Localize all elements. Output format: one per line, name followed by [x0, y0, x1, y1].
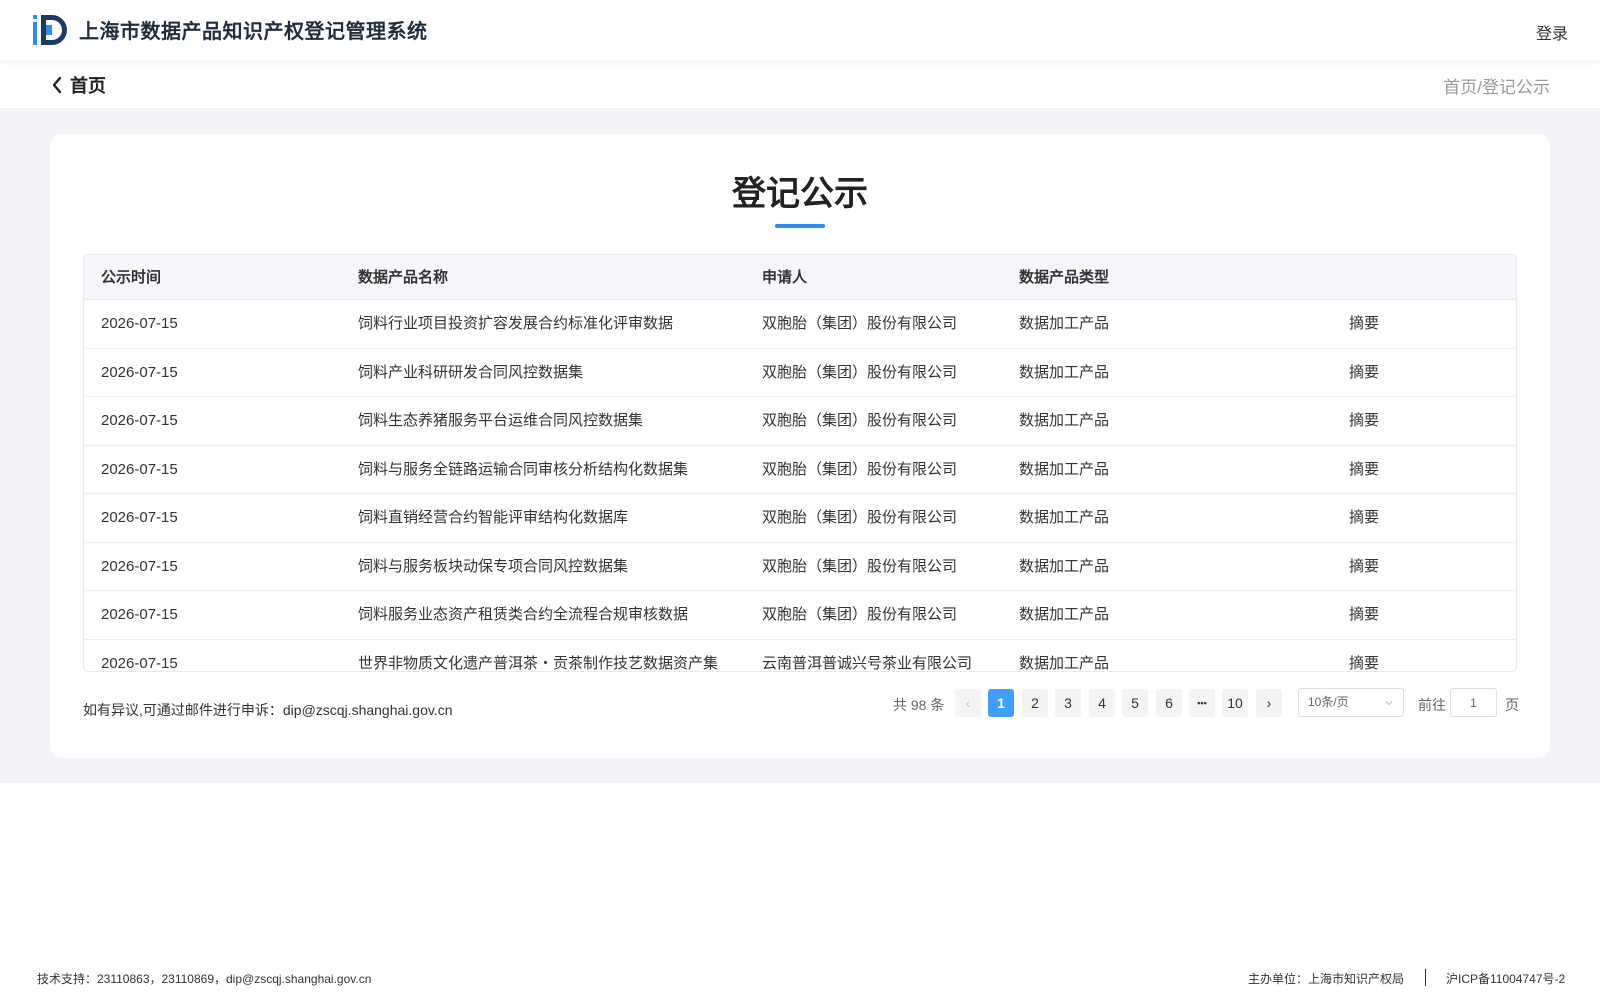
sub-navigation: 首页 首页/登记公示 [0, 60, 1600, 109]
footer-divider [1425, 969, 1426, 986]
summary-link[interactable]: 摘要 [1349, 494, 1379, 542]
chevron-left-icon [52, 76, 62, 94]
page-size-value: 10条/页 [1308, 695, 1349, 709]
logo-icon [33, 15, 67, 45]
summary-link[interactable]: 摘要 [1349, 349, 1379, 397]
pagination-page-3[interactable]: 3 [1055, 689, 1081, 717]
table-header: 公示时间 数据产品名称 申请人 数据产品类型 [84, 255, 1516, 300]
cell-applicant: 双胞胎（集团）股份有限公司 [762, 412, 958, 429]
page-size-select[interactable]: 10条/页 [1298, 688, 1404, 717]
cell-date: 2026-07-15 [101, 606, 178, 623]
column-header-product-type: 数据产品类型 [1019, 269, 1110, 286]
complaint-note: 如有异议,可通过邮件进行申诉：dip@zscqj.shanghai.gov.cn [83, 702, 453, 718]
cell-date: 2026-07-15 [101, 412, 178, 429]
pagination-page-6[interactable]: 6 [1156, 689, 1182, 717]
table-row: 2026-07-15 饲料行业项目投资扩容发展合约标准化评审数据 双胞胎（集团）… [84, 300, 1516, 349]
cell-product-name: 饲料产业科研研发合同风控数据集 [358, 363, 584, 381]
summary-link[interactable]: 摘要 [1349, 640, 1379, 672]
table-row: 2026-07-15 饲料服务业态资产租赁类合约全流程合规审核数据 双胞胎（集团… [84, 591, 1516, 640]
cell-date: 2026-07-15 [101, 654, 178, 672]
summary-link[interactable]: 摘要 [1349, 446, 1379, 494]
cell-applicant: 双胞胎（集团）股份有限公司 [762, 363, 958, 381]
cell-applicant: 双胞胎（集团）股份有限公司 [762, 557, 958, 575]
table-row: 2026-07-15 饲料产业科研研发合同风控数据集 双胞胎（集团）股份有限公司… [84, 349, 1516, 397]
cell-product-name: 世界非物质文化遗产普洱茶・贡茶制作技艺数据资产集 [358, 654, 719, 672]
table-row: 2026-07-15 饲料生态养猪服务平台运维合同风控数据集 双胞胎（集团）股份… [84, 397, 1516, 446]
cell-product-name: 饲料直销经营合约智能评审结构化数据库 [358, 509, 629, 526]
cell-product-type: 数据加工产品 [1019, 654, 1110, 672]
cell-product-type: 数据加工产品 [1019, 509, 1110, 526]
pagination-page-4[interactable]: 4 [1089, 689, 1115, 717]
footer-tech-support: 技术支持：23110863，23110869，dip@zscqj.shangha… [37, 972, 372, 986]
summary-link[interactable]: 摘要 [1349, 543, 1379, 591]
column-header-product-name: 数据产品名称 [358, 269, 449, 286]
goto-label: 前往 [1418, 697, 1446, 713]
table-row: 2026-07-15 饲料与服务全链路运输合同审核分析结构化数据集 双胞胎（集团… [84, 446, 1516, 494]
table-row: 2026-07-15 饲料直销经营合约智能评审结构化数据库 双胞胎（集团）股份有… [84, 494, 1516, 543]
cell-date: 2026-07-15 [101, 460, 178, 478]
cell-applicant: 云南普洱普诚兴号茶业有限公司 [762, 654, 973, 672]
pagination-page-5[interactable]: 5 [1122, 689, 1148, 717]
pagination-ellipsis[interactable]: ••• [1189, 689, 1215, 717]
pagination-total: 共 98 条 [893, 697, 945, 713]
pagination-page-2[interactable]: 2 [1022, 689, 1048, 717]
cell-product-name: 饲料行业项目投资扩容发展合约标准化评审数据 [358, 315, 674, 332]
login-link[interactable]: 登录 [1536, 20, 1568, 44]
cell-date: 2026-07-15 [101, 363, 178, 381]
cell-product-type: 数据加工产品 [1019, 557, 1110, 575]
cell-date: 2026-07-15 [101, 557, 178, 575]
content-card: 登记公示 公示时间 数据产品名称 申请人 数据产品类型 2026-07-15 饲… [50, 134, 1550, 758]
table-row: 2026-07-15 饲料与服务板块动保专项合同风控数据集 双胞胎（集团）股份有… [84, 543, 1516, 591]
cell-product-type: 数据加工产品 [1019, 460, 1110, 478]
cell-product-type: 数据加工产品 [1019, 315, 1110, 332]
main-area: 登记公示 公示时间 数据产品名称 申请人 数据产品类型 2026-07-15 饲… [0, 109, 1600, 783]
pagination-page-1[interactable]: 1 [988, 689, 1014, 717]
cell-product-name: 饲料生态养猪服务平台运维合同风控数据集 [358, 412, 644, 429]
cell-product-type: 数据加工产品 [1019, 363, 1110, 381]
footer-icp-link[interactable]: 沪ICP备11004747号-2 [1446, 970, 1565, 987]
footer-host: 主办单位：上海市知识产权局 [1248, 972, 1405, 986]
cell-product-name: 饲料与服务全链路运输合同审核分析结构化数据集 [358, 460, 689, 478]
goto-unit: 页 [1505, 697, 1519, 713]
cell-product-type: 数据加工产品 [1019, 606, 1110, 623]
summary-link[interactable]: 摘要 [1349, 591, 1379, 639]
cell-applicant: 双胞胎（集团）股份有限公司 [762, 460, 958, 478]
back-home-label: 首页 [70, 76, 106, 96]
pagination-next-button[interactable]: › [1256, 689, 1282, 717]
pagination-page-10[interactable]: 10 [1222, 689, 1248, 717]
registration-table[interactable]: 公示时间 数据产品名称 申请人 数据产品类型 2026-07-15 饲料行业项目… [83, 254, 1517, 672]
goto-page-input[interactable] [1450, 688, 1497, 717]
cell-product-name: 饲料服务业态资产租赁类合约全流程合规审核数据 [358, 606, 689, 623]
summary-link[interactable]: 摘要 [1349, 397, 1379, 445]
system-title: 上海市数据产品知识产权登记管理系统 [79, 21, 428, 43]
back-home-button[interactable]: 首页 [50, 72, 106, 98]
cell-date: 2026-07-15 [101, 509, 178, 526]
breadcrumb: 首页/登记公示 [1443, 78, 1550, 97]
cell-applicant: 双胞胎（集团）股份有限公司 [762, 509, 958, 526]
title-underline [775, 224, 825, 228]
cell-date: 2026-07-15 [101, 315, 178, 332]
cell-product-name: 饲料与服务板块动保专项合同风控数据集 [358, 557, 629, 575]
column-header-applicant: 申请人 [762, 269, 808, 286]
cell-applicant: 双胞胎（集团）股份有限公司 [762, 315, 958, 332]
top-header: 上海市数据产品知识产权登记管理系统 登录 [0, 0, 1600, 60]
page-title: 登记公示 [732, 175, 868, 213]
summary-link[interactable]: 摘要 [1349, 300, 1379, 348]
chevron-down-icon [1385, 701, 1393, 706]
column-header-date: 公示时间 [101, 269, 162, 286]
cell-applicant: 双胞胎（集团）股份有限公司 [762, 606, 958, 623]
pagination-prev-button[interactable]: ‹ [955, 689, 981, 717]
table-row: 2026-07-15 世界非物质文化遗产普洱茶・贡茶制作技艺数据资产集 云南普洱… [84, 640, 1516, 672]
cell-product-type: 数据加工产品 [1019, 412, 1110, 429]
